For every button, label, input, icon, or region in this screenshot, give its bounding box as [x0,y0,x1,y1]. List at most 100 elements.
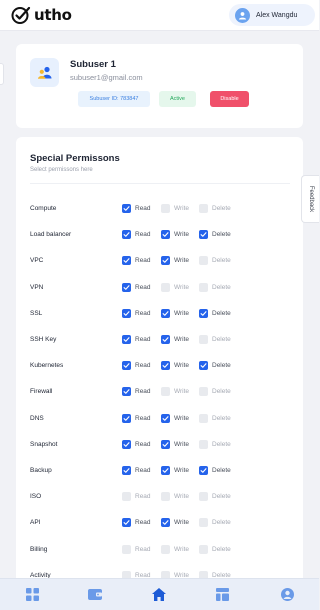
write-checkbox[interactable] [161,466,170,475]
read-checkbox[interactable] [122,282,131,292]
write-checkbox-option[interactable]: Write [161,335,189,344]
read-checkbox[interactable] [122,439,131,449]
delete-checkbox[interactable] [199,335,208,344]
delete-checkbox[interactable] [199,413,208,423]
read-checkbox[interactable] [122,230,131,240]
read-checkbox[interactable] [122,387,131,397]
nav-profile[interactable] [279,586,295,602]
disable-button[interactable]: Disable [210,91,249,107]
write-checkbox-option[interactable]: Write [161,361,189,371]
read-checkbox-option[interactable]: Read [122,439,151,449]
nav-dashboard[interactable] [24,586,40,602]
write-checkbox-option[interactable]: Write [161,518,189,528]
read-checkbox[interactable] [122,308,131,318]
read-checkbox[interactable] [122,492,131,502]
user-menu[interactable]: Alex Wangdu [229,4,315,26]
write-checkbox-option[interactable]: Write [161,544,189,554]
delete-checkbox[interactable] [199,544,208,554]
delete-checkbox-option[interactable]: Delete [199,230,231,240]
feedback-tab[interactable]: Feedback [301,175,319,223]
delete-checkbox-option[interactable]: Delete [199,439,231,449]
read-checkbox-option[interactable]: Read [122,308,151,318]
write-checkbox[interactable] [161,282,170,292]
delete-checkbox-option[interactable]: Delete [199,308,231,318]
write-checkbox-option[interactable]: Write [161,256,189,266]
write-label: Write [174,467,190,474]
delete-checkbox-option[interactable]: Delete [199,282,231,292]
read-label: Read [135,545,151,553]
read-checkbox[interactable] [122,413,131,423]
nav-home[interactable] [151,586,167,602]
delete-checkbox[interactable] [199,466,208,475]
read-checkbox-option[interactable]: Read [122,544,151,554]
write-checkbox[interactable] [161,361,170,371]
read-checkbox-option[interactable]: Read [122,282,151,292]
write-checkbox[interactable] [161,335,170,344]
sidebar-toggle-handle[interactable] [0,63,4,85]
delete-checkbox[interactable] [199,204,208,213]
write-checkbox-option[interactable]: Write [161,282,189,292]
delete-checkbox[interactable] [199,518,208,528]
write-checkbox-option[interactable]: Write [161,308,190,318]
read-checkbox[interactable] [122,518,131,528]
read-checkbox-option[interactable]: Read [122,361,151,371]
delete-checkbox[interactable] [199,492,208,502]
read-checkbox-option[interactable]: Read [122,492,151,502]
write-checkbox-option[interactable]: Write [161,413,189,423]
logo[interactable]: utho [10,5,72,25]
delete-checkbox-option[interactable]: Delete [199,544,231,554]
write-checkbox-option[interactable]: Write [161,387,189,397]
write-checkbox-option[interactable]: Write [161,492,189,502]
read-checkbox-option[interactable]: Read [122,413,151,423]
write-checkbox[interactable] [161,439,170,449]
delete-checkbox-option[interactable]: Delete [199,361,231,371]
read-checkbox[interactable] [122,361,131,371]
read-checkbox[interactable] [122,204,131,213]
write-checkbox[interactable] [161,308,170,318]
delete-checkbox[interactable] [199,282,208,292]
delete-checkbox-option[interactable]: Delete [199,204,231,213]
read-checkbox-option[interactable]: Read [122,387,151,397]
read-checkbox-option[interactable]: Read [122,256,151,266]
delete-checkbox[interactable] [199,439,208,449]
delete-checkbox[interactable] [199,387,208,397]
write-checkbox-option[interactable]: Write [161,230,189,240]
write-checkbox-option[interactable]: Write [161,466,189,475]
read-checkbox[interactable] [122,256,131,266]
permissions-title: Special Permissons [30,153,120,164]
read-label: Read [135,467,151,474]
read-checkbox-option[interactable]: Read [122,518,151,528]
read-checkbox-option[interactable]: Read [122,466,151,475]
read-checkbox[interactable] [122,544,131,554]
read-checkbox-option[interactable]: Read [122,230,151,240]
write-checkbox-option[interactable]: Write [161,204,189,213]
delete-checkbox[interactable] [199,230,208,240]
delete-checkbox-option[interactable]: Delete [199,387,231,397]
write-checkbox[interactable] [161,387,170,397]
delete-checkbox[interactable] [199,361,208,371]
delete-checkbox-option[interactable]: Delete [199,256,231,266]
write-checkbox[interactable] [161,413,170,423]
delete-checkbox[interactable] [199,256,208,266]
read-checkbox-option[interactable]: Read [122,335,151,344]
delete-checkbox-option[interactable]: Delete [199,466,231,475]
nav-wallet[interactable] [87,586,103,602]
write-checkbox[interactable] [161,492,170,502]
delete-checkbox-option[interactable]: Delete [199,413,231,423]
write-label: Write [174,309,190,317]
write-checkbox[interactable] [161,256,170,266]
read-checkbox[interactable] [122,335,131,344]
delete-checkbox[interactable] [199,308,208,318]
avatar [235,7,250,23]
write-checkbox[interactable] [161,544,170,554]
write-checkbox[interactable] [161,230,170,240]
read-checkbox-option[interactable]: Read [122,204,151,213]
write-checkbox[interactable] [161,204,170,213]
read-checkbox[interactable] [122,466,131,475]
write-checkbox[interactable] [161,518,170,528]
write-checkbox-option[interactable]: Write [161,439,189,449]
delete-checkbox-option[interactable]: Delete [199,518,231,528]
nav-layout[interactable] [214,586,230,602]
delete-checkbox-option[interactable]: Delete [199,335,231,344]
delete-checkbox-option[interactable]: Delete [199,492,231,502]
